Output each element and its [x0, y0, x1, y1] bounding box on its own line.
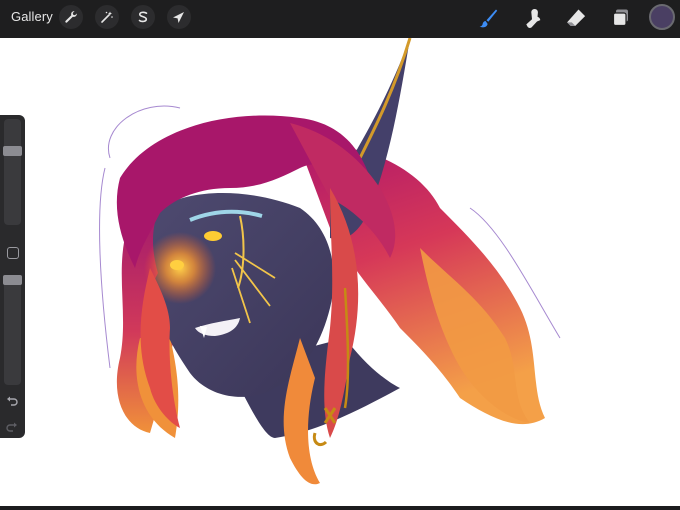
layers-button[interactable] — [607, 4, 635, 32]
brush-size-thumb[interactable] — [3, 145, 22, 156]
artwork-illustration — [99, 38, 561, 485]
modify-button[interactable] — [7, 247, 19, 259]
smudge-tool-button[interactable] — [520, 4, 548, 32]
bottom-strip — [0, 506, 680, 510]
transform-button[interactable] — [167, 5, 191, 29]
actions-button[interactable] — [59, 5, 83, 29]
color-swatch[interactable] — [649, 4, 675, 30]
redo-button[interactable] — [6, 421, 18, 435]
gallery-button[interactable]: Gallery — [11, 9, 53, 24]
redo-icon — [6, 422, 17, 432]
brush-size-slider[interactable] — [3, 119, 22, 225]
opacity-thumb[interactable] — [3, 275, 22, 285]
magic-wand-icon — [101, 11, 113, 23]
left-sidebar — [0, 115, 25, 438]
smudge-icon — [526, 9, 541, 28]
undo-button[interactable] — [6, 395, 18, 409]
eraser-tool-button[interactable] — [562, 4, 590, 32]
brush-tool-button[interactable] — [474, 4, 502, 32]
layers-icon — [612, 9, 628, 27]
top-toolbar: Gallery — [0, 0, 680, 38]
wrench-icon — [65, 11, 77, 23]
adjustments-button[interactable] — [95, 5, 119, 29]
drawing-canvas[interactable] — [0, 38, 680, 506]
selection-icon — [138, 11, 148, 23]
brush-icon — [479, 9, 498, 28]
opacity-slider[interactable] — [3, 275, 22, 385]
eraser-icon — [567, 9, 586, 26]
transform-arrow-icon — [173, 12, 184, 23]
selection-button[interactable] — [131, 5, 155, 29]
undo-icon — [7, 396, 18, 406]
